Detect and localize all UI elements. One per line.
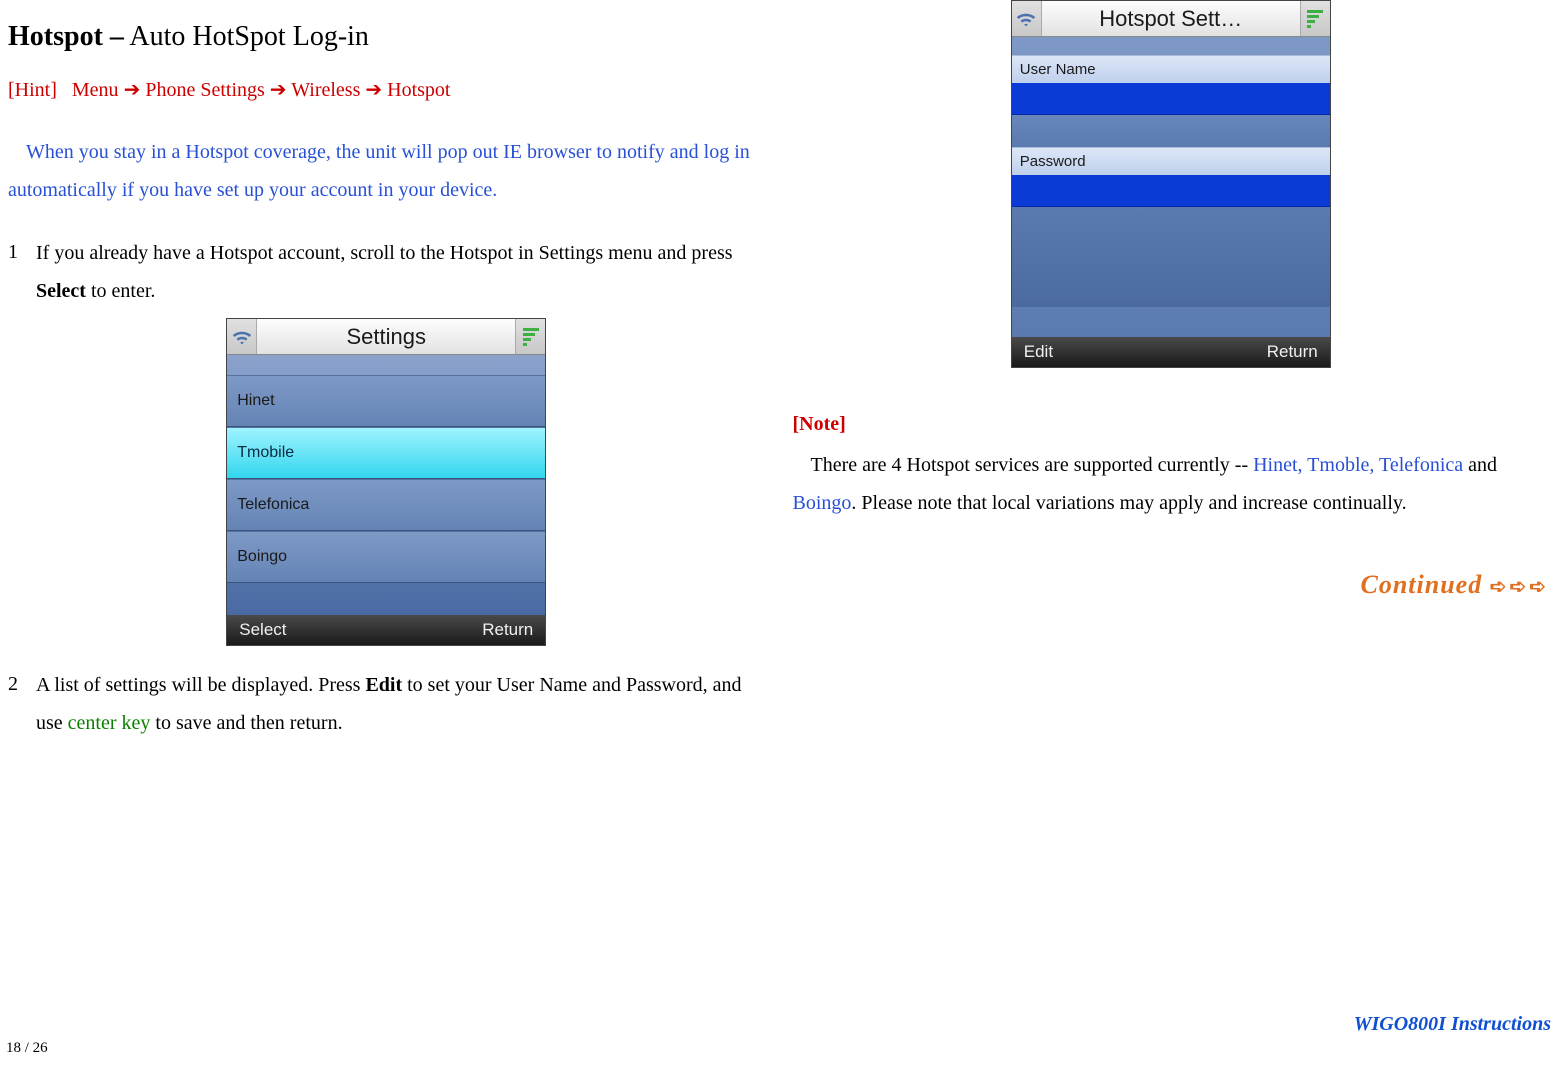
step2-post: to save and then return. — [150, 712, 342, 734]
note-pre: There are 4 Hotspot services are support… — [811, 454, 1254, 476]
step1-bold: Select — [36, 280, 86, 302]
step-num: 2 — [8, 666, 36, 742]
title-bold: Hotspot – — [8, 21, 124, 52]
phone-title: Hotspot Sett… — [1042, 1, 1300, 36]
page-title: Hotspot – Auto HotSpot Log-in — [8, 12, 765, 62]
arrow-icon: ➔ — [270, 79, 287, 101]
phone-list: Hinet Tmobile Telefonica Boingo — [227, 355, 545, 615]
password-label: Password — [1012, 147, 1330, 175]
softkey-return[interactable]: Return — [1267, 337, 1318, 368]
step2-bold: Edit — [365, 674, 402, 696]
username-input[interactable] — [1012, 83, 1330, 115]
note-post: . Please note that local variations may … — [851, 492, 1406, 514]
wifi-icon — [227, 319, 257, 354]
list-item-telefonica[interactable]: Telefonica — [227, 479, 545, 531]
title-rest: Auto HotSpot Log-in — [124, 21, 369, 52]
phone-softkeys: Edit Return — [1012, 337, 1330, 367]
phone-settings-screenshot: Settings Hinet Tmobile Telefonica Boingo… — [226, 318, 546, 646]
step2-pre: A list of settings will be displayed. Pr… — [36, 674, 365, 696]
softkey-return[interactable]: Return — [482, 615, 533, 646]
softkey-select[interactable]: Select — [239, 615, 286, 646]
step-1: 1 If you already have a Hotspot account,… — [8, 234, 765, 310]
signal-bars-icon — [515, 319, 545, 354]
step2-green: center key — [68, 712, 151, 734]
note-services-1: Hinet, Tmoble, Telefonica — [1253, 454, 1463, 476]
hint-path-1: Phone Settings — [145, 79, 264, 101]
note-label: [Note] — [793, 406, 1550, 442]
list-item-hinet[interactable]: Hinet — [227, 375, 545, 427]
continued-indicator: Continued ➪➪➪ — [793, 562, 1550, 609]
hint-line: [Hint] Menu ➔ Phone Settings ➔ Wireless … — [8, 72, 765, 108]
phone-softkeys: Select Return — [227, 615, 545, 645]
hint-path-0: Menu — [72, 79, 119, 101]
password-input[interactable] — [1012, 175, 1330, 207]
continued-arrows-icon: ➪➪➪ — [1490, 576, 1549, 598]
footer-product: WIGO800I Instructions — [1354, 1006, 1551, 1042]
username-label: User Name — [1012, 55, 1330, 83]
intro-text: When you stay in a Hotspot coverage, the… — [8, 133, 765, 209]
wifi-icon — [1012, 1, 1042, 36]
phone-topbar: Hotspot Sett… — [1012, 1, 1330, 37]
hotspot-form: User Name Password — [1012, 37, 1330, 337]
note-body: There are 4 Hotspot services are support… — [793, 446, 1550, 522]
hint-path-2: Wireless — [291, 79, 360, 101]
step-2: 2 A list of settings will be displayed. … — [8, 666, 765, 742]
hint-path-3: Hotspot — [387, 79, 450, 101]
phone-topbar: Settings — [227, 319, 545, 355]
list-item-boingo[interactable]: Boingo — [227, 531, 545, 583]
arrow-icon: ➔ — [365, 79, 382, 101]
list-item-tmobile[interactable]: Tmobile — [227, 427, 545, 479]
step-num: 1 — [8, 234, 36, 310]
phone-title: Settings — [257, 319, 515, 354]
note-and: and — [1463, 454, 1497, 476]
footer-page: 18 / 26 — [6, 1035, 48, 1062]
softkey-edit[interactable]: Edit — [1024, 337, 1053, 368]
hint-label: [Hint] — [8, 79, 57, 101]
step1-pre: If you already have a Hotspot account, s… — [36, 242, 733, 264]
signal-bars-icon — [1300, 1, 1330, 36]
arrow-icon: ➔ — [124, 79, 141, 101]
note-services-2: Boingo — [793, 492, 852, 514]
continued-text: Continued — [1361, 570, 1490, 599]
phone-hotspot-settings-screenshot: Hotspot Sett… User Name Password Edit Re… — [1011, 0, 1331, 368]
step1-post: to enter. — [86, 280, 155, 302]
